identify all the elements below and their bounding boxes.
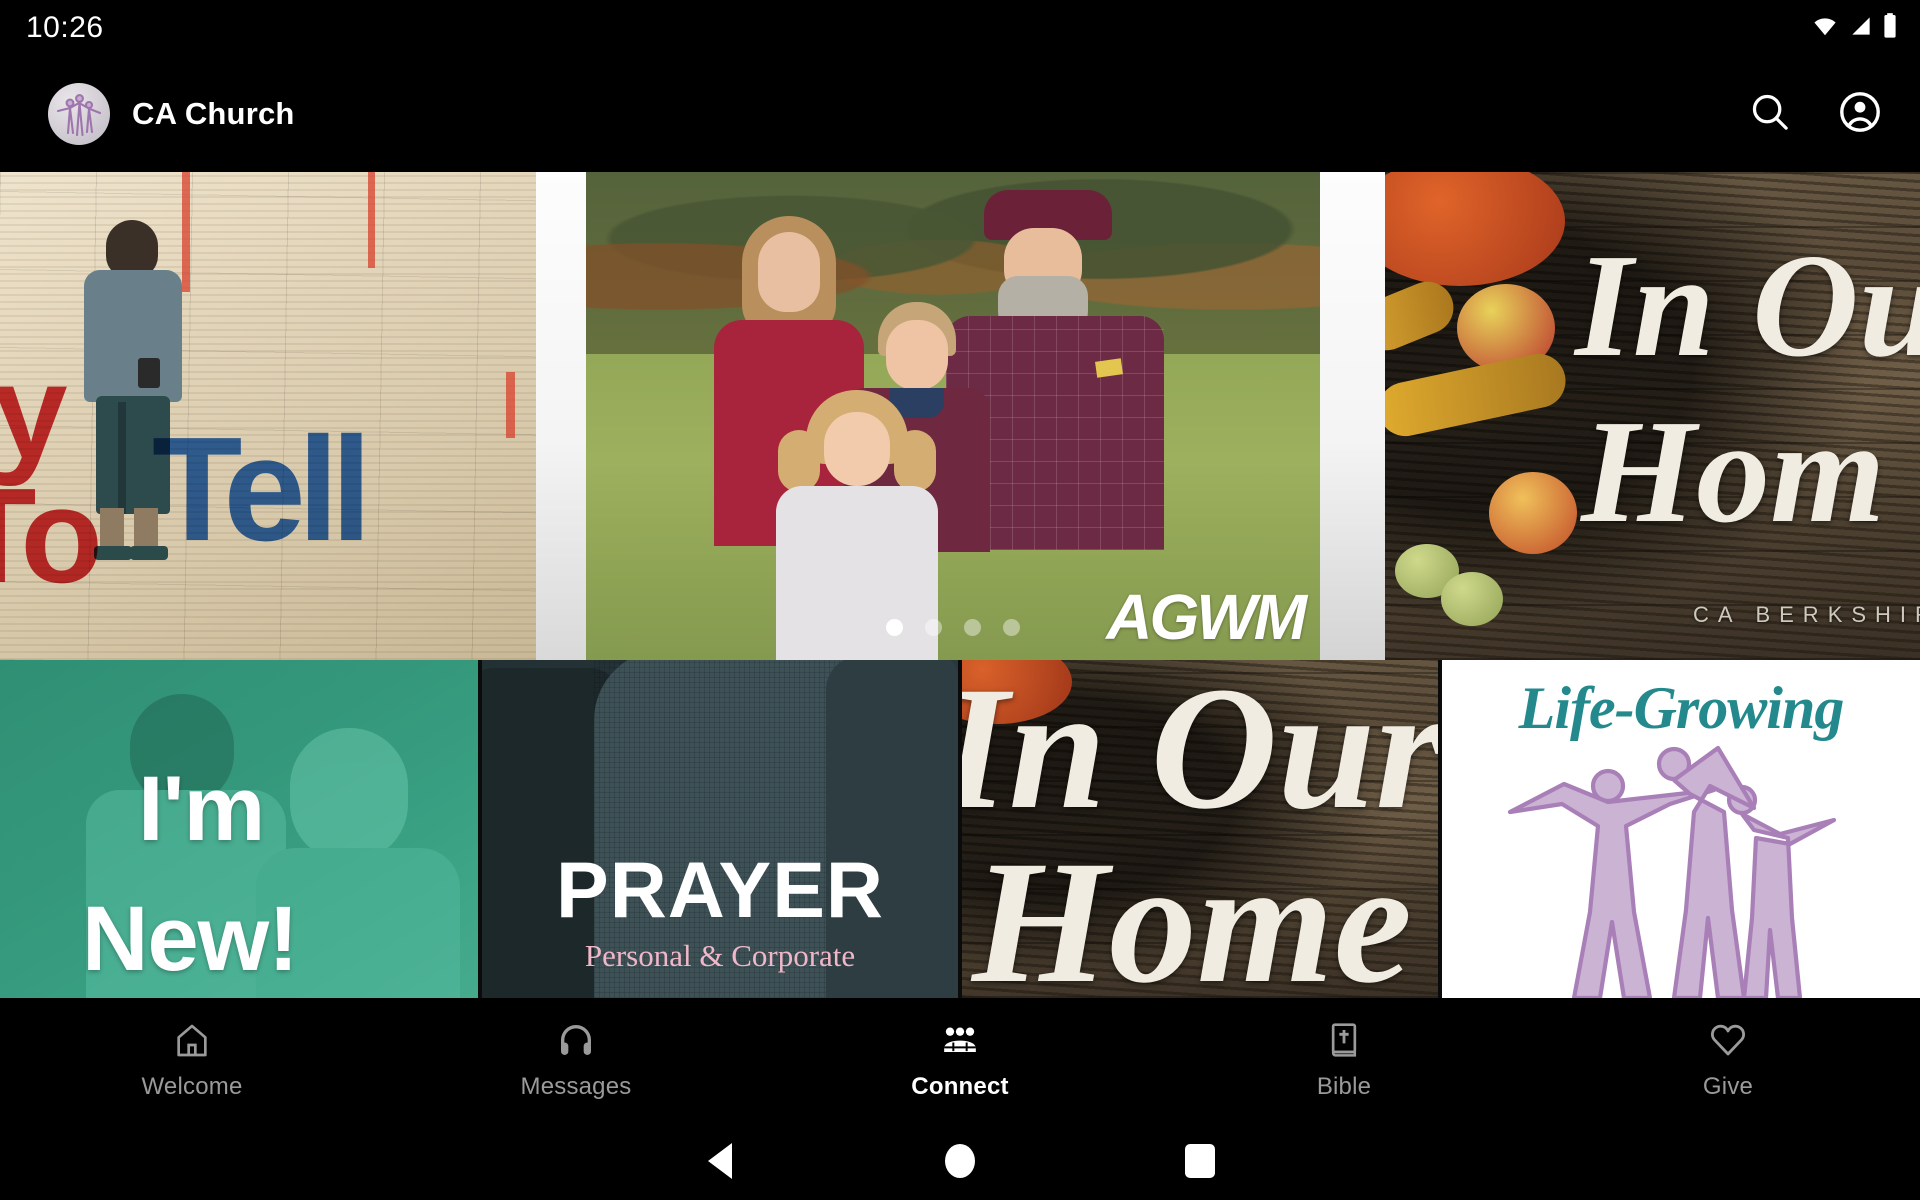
- bottom-navigation: Welcome Messages Connect Bible Give: [0, 998, 1920, 1122]
- triangle-back-icon: [708, 1143, 732, 1179]
- home-line2: Home: [972, 825, 1412, 998]
- account-circle-icon: [1836, 88, 1884, 141]
- app-bar-actions: [1742, 86, 1888, 142]
- in-our-home-line2: Hom: [1581, 390, 1886, 554]
- tile-row: I'm New! PRAYER Personal & Corporate In …: [0, 660, 1920, 998]
- app-title: CA Church: [132, 96, 295, 131]
- story-headline-red: ry To: [0, 344, 103, 612]
- carousel-card-in-our-home[interactable]: In Ou Hom CA BERKSHIRES: [1385, 172, 1920, 660]
- square-recents-icon: [1185, 1144, 1215, 1178]
- nav-item-bible[interactable]: Bible: [1152, 998, 1536, 1122]
- carousel-dot-4[interactable]: [1003, 619, 1020, 636]
- app-brand[interactable]: CA Church: [48, 83, 295, 145]
- carousel-page-indicator[interactable]: [886, 619, 1020, 636]
- prayer-subtitle: Personal & Corporate: [584, 938, 856, 973]
- account-button[interactable]: [1832, 86, 1888, 142]
- system-back-button[interactable]: [680, 1122, 760, 1200]
- decorative-stripe: [506, 372, 515, 438]
- featured-carousel[interactable]: ry To Tell AGWM: [0, 172, 1920, 660]
- tile-in-our-home[interactable]: In Our Home: [962, 660, 1438, 998]
- nav-label-bible: Bible: [1316, 1073, 1372, 1100]
- tile-prayer[interactable]: PRAYER Personal & Corporate: [482, 660, 958, 998]
- decorative-stripe: [368, 172, 375, 268]
- ca-church-logo: [48, 83, 110, 145]
- nav-label-messages: Messages: [520, 1073, 632, 1100]
- im-new-line1: I'm: [138, 758, 265, 860]
- app-bar: CA Church: [0, 56, 1920, 172]
- agwm-logo-text: AGWM: [1106, 581, 1307, 653]
- nav-item-connect[interactable]: Connect: [768, 998, 1152, 1122]
- carousel-card-agwm-family[interactable]: AGWM: [586, 172, 1320, 660]
- search-icon: [1747, 89, 1793, 140]
- status-bar: 10:26: [0, 0, 1920, 56]
- im-new-line2: New!: [82, 888, 299, 990]
- android-system-nav: [0, 1122, 1920, 1200]
- home-line1: In Our: [962, 660, 1438, 846]
- carousel-gap-right: [1320, 172, 1385, 660]
- carousel-dot-1[interactable]: [886, 619, 903, 636]
- story-headline-blue: Tell: [152, 407, 372, 572]
- tile-im-new[interactable]: I'm New!: [0, 660, 478, 998]
- group-people-icon: [940, 1019, 980, 1061]
- headphones-icon: [556, 1019, 596, 1061]
- wifi-icon: [1810, 13, 1840, 44]
- status-icons: [1810, 12, 1898, 45]
- system-recents-button[interactable]: [1160, 1122, 1240, 1200]
- system-home-button[interactable]: [920, 1122, 1000, 1200]
- heart-icon: [1708, 1019, 1748, 1061]
- carousel-card-story-to-tell[interactable]: ry To Tell: [0, 172, 536, 660]
- nav-item-messages[interactable]: Messages: [384, 998, 768, 1122]
- nav-label-connect: Connect: [911, 1073, 1009, 1100]
- in-our-home-line1: In Ou: [1575, 224, 1920, 388]
- life-growing-figures-icon: [1507, 745, 1837, 998]
- bible-book-icon: [1324, 1019, 1364, 1061]
- nav-label-welcome: Welcome: [141, 1073, 243, 1100]
- nav-label-give: Give: [1702, 1073, 1754, 1100]
- nav-item-welcome[interactable]: Welcome: [0, 998, 384, 1122]
- ca-berkshires-subtitle: CA BERKSHIRES: [1693, 602, 1920, 627]
- apple: [1489, 472, 1577, 554]
- status-time: 10:26: [26, 11, 104, 44]
- content-area: ry To Tell AGWM: [0, 172, 1920, 998]
- carousel-dot-2[interactable]: [925, 619, 942, 636]
- home-icon: [172, 1019, 212, 1061]
- story-red-line2: To: [0, 460, 103, 612]
- prayer-title: PRAYER: [556, 845, 884, 934]
- carousel-dot-3[interactable]: [964, 619, 981, 636]
- cellular-signal-icon: [1847, 13, 1875, 44]
- circle-home-icon: [945, 1144, 975, 1178]
- carousel-gap-left: [536, 172, 586, 660]
- battery-icon: [1882, 12, 1898, 45]
- nav-item-give[interactable]: Give: [1536, 998, 1920, 1122]
- grapes: [1441, 572, 1503, 626]
- tile-life-growing[interactable]: Life-Growing: [1442, 660, 1920, 998]
- life-growing-title: Life-Growing: [1518, 675, 1845, 741]
- search-button[interactable]: [1742, 86, 1798, 142]
